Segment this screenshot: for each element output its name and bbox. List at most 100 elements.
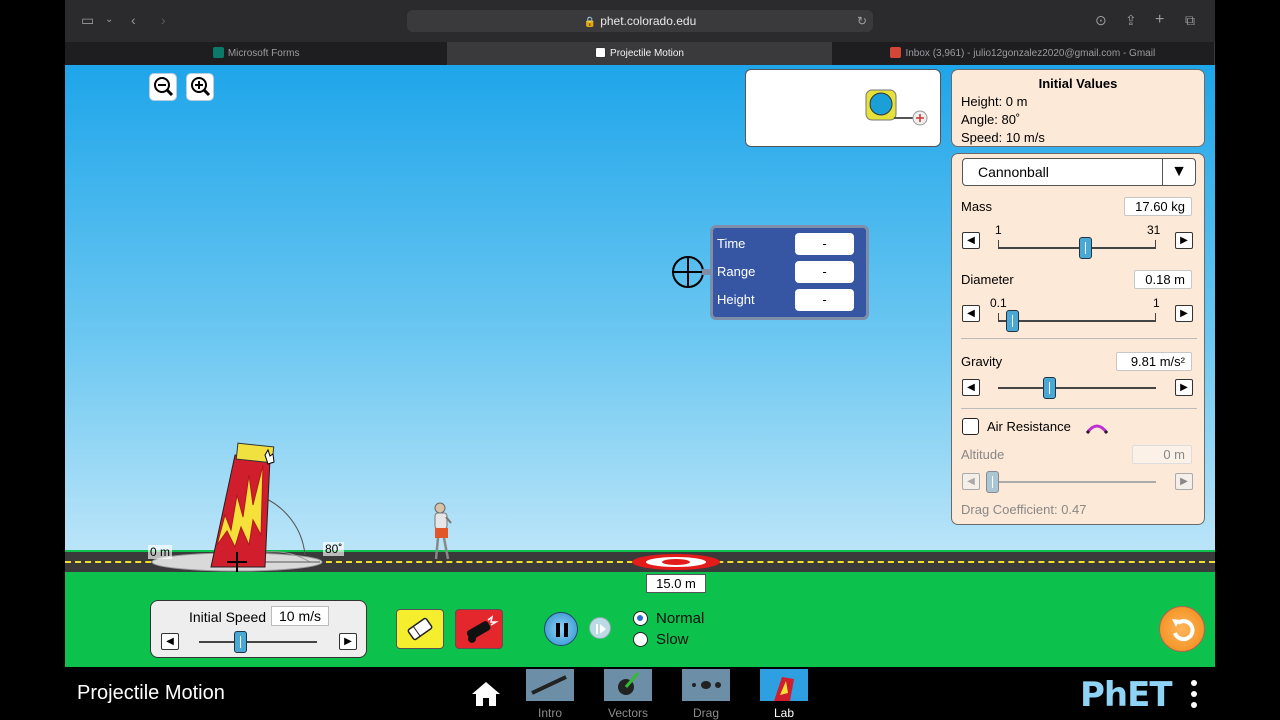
mass-max-tick bbox=[1155, 240, 1156, 249]
menu-dots-icon[interactable] bbox=[1190, 679, 1198, 709]
speed-decrease-button[interactable]: ◀ bbox=[161, 633, 179, 650]
target-distance-label[interactable]: 15.0 m bbox=[646, 574, 706, 593]
angle-label: 80˚ bbox=[323, 542, 345, 556]
initial-values-panel: Initial Values Height: 0 m Angle: 80˚ Sp… bbox=[951, 69, 1205, 147]
zoom-in-button[interactable] bbox=[187, 74, 213, 100]
fire-button[interactable] bbox=[455, 609, 503, 649]
gmail-icon bbox=[890, 47, 902, 58]
initial-speed-panel: Initial Speed 10 m/s ◀ ▶ bbox=[150, 600, 367, 658]
cannon-fire-icon bbox=[466, 615, 499, 643]
diameter-label: Diameter bbox=[961, 272, 1014, 287]
reset-all-button[interactable] bbox=[1159, 606, 1205, 652]
panel-title: Initial Values bbox=[1038, 76, 1118, 91]
crosshair-icon[interactable] bbox=[670, 254, 706, 290]
mass-decrease-button[interactable]: ◀ bbox=[962, 232, 980, 249]
diameter-max-label: 1 bbox=[1153, 296, 1160, 310]
home-icon[interactable] bbox=[470, 680, 502, 708]
diameter-decrease-button[interactable]: ◀ bbox=[962, 305, 980, 322]
gravity-decrease-button[interactable]: ◀ bbox=[962, 379, 980, 396]
sim-title: Projectile Motion bbox=[77, 682, 225, 704]
gravity-track bbox=[998, 387, 1156, 389]
download-icon[interactable]: ⊙ bbox=[1095, 12, 1107, 28]
new-tab-icon[interactable]: + bbox=[1155, 12, 1164, 28]
sidebar-icon[interactable]: ▭ bbox=[81, 12, 94, 28]
screen-intro[interactable]: Intro bbox=[526, 669, 574, 720]
gravity-slider-thumb[interactable] bbox=[1042, 377, 1056, 399]
screen-label: Lab bbox=[773, 706, 795, 720]
gravity-increase-button[interactable]: ▶ bbox=[1175, 379, 1193, 396]
drag-thumbnail-icon bbox=[682, 669, 730, 701]
diameter-max-tick bbox=[1155, 313, 1156, 322]
altitude-track bbox=[998, 481, 1156, 483]
altitude-slider-thumb bbox=[986, 471, 999, 493]
share-icon[interactable]: ⇪ bbox=[1125, 12, 1137, 28]
tab-microsoft-forms[interactable]: Microsoft Forms bbox=[65, 42, 449, 65]
normal-speed-radio[interactable] bbox=[633, 611, 648, 626]
normal-speed-label[interactable]: Normal bbox=[656, 610, 704, 627]
altitude-increase-button: ▶ bbox=[1175, 473, 1193, 490]
person-figure[interactable] bbox=[427, 501, 457, 561]
eraser-icon bbox=[407, 617, 433, 641]
projectile-properties-panel: Cannonball ▼ Mass 17.60 kg ◀ 1 31 ▶ Diam… bbox=[951, 153, 1205, 525]
tab-overview-icon[interactable]: ⧉ bbox=[1185, 12, 1195, 28]
url-text: phet.colorado.edu bbox=[600, 14, 697, 28]
diameter-min-tick bbox=[998, 313, 999, 322]
diameter-track bbox=[998, 320, 1156, 322]
initial-height: Height: 0 m bbox=[961, 94, 1028, 109]
measurement-tool[interactable]: Time - Range - Height - bbox=[710, 225, 869, 320]
reload-icon[interactable]: ↻ bbox=[857, 10, 867, 32]
speed-slider-thumb[interactable] bbox=[234, 631, 248, 653]
gravity-label: Gravity bbox=[961, 354, 1003, 369]
pause-icon bbox=[556, 623, 568, 637]
drag-coefficient-text: Drag Coefficient: 0.47 bbox=[961, 502, 1087, 517]
phet-logo[interactable]: PhET bbox=[1080, 675, 1173, 715]
toolbox bbox=[745, 69, 941, 147]
altitude-value: 0 m bbox=[1132, 445, 1192, 464]
dropdown-arrow-icon[interactable]: ▼ bbox=[1162, 159, 1195, 185]
initial-angle: Angle: 80˚ bbox=[961, 112, 1021, 127]
projectile-select-value: Cannonball bbox=[978, 164, 1049, 180]
projectile-select[interactable]: Cannonball ▼ bbox=[962, 158, 1196, 186]
chevron-down-icon[interactable]: ⌄ bbox=[105, 12, 113, 28]
step-button[interactable] bbox=[589, 617, 611, 639]
pause-button[interactable] bbox=[544, 612, 578, 646]
tab-gmail[interactable]: Inbox (3,961) - julio12gonzalez2020@gmai… bbox=[832, 42, 1215, 65]
slow-speed-radio[interactable] bbox=[633, 632, 648, 647]
eraser-button[interactable] bbox=[396, 609, 444, 649]
back-icon[interactable]: ‹ bbox=[131, 12, 136, 28]
diameter-value: 0.18 m bbox=[1134, 270, 1192, 289]
mass-label: Mass bbox=[961, 199, 993, 214]
screen-label: Vectors bbox=[607, 706, 649, 720]
mass-min-tick bbox=[998, 240, 999, 249]
tab-bar: Microsoft Forms Projectile Motion Inbox … bbox=[65, 42, 1215, 65]
diameter-min-label: 0.1 bbox=[990, 296, 1007, 310]
mass-slider-thumb[interactable] bbox=[1078, 237, 1092, 259]
altitude-label: Altitude bbox=[961, 447, 1005, 462]
zoom-out-icon bbox=[154, 77, 174, 97]
screen-vectors[interactable]: Vectors bbox=[604, 669, 652, 720]
screen-lab[interactable]: Lab bbox=[760, 669, 808, 720]
mass-increase-button[interactable]: ▶ bbox=[1175, 232, 1193, 249]
air-resistance-label[interactable]: Air Resistance bbox=[987, 419, 1071, 434]
diameter-slider-thumb[interactable] bbox=[1006, 310, 1020, 332]
target[interactable] bbox=[630, 552, 722, 572]
address-bar[interactable]: 🔒 phet.colorado.edu ↻ bbox=[407, 10, 873, 32]
phet-icon bbox=[595, 47, 607, 58]
speed-increase-button[interactable]: ▶ bbox=[339, 633, 357, 650]
divider bbox=[961, 338, 1197, 339]
reset-icon bbox=[1172, 619, 1195, 642]
simulation-area[interactable]: Initial Values Height: 0 m Angle: 80˚ Sp… bbox=[65, 65, 1215, 667]
window: ▭ ⌄ ‹ › 🔒 phet.colorado.edu ↻ ⊙ ⇪ + ⧉ Mic… bbox=[65, 0, 1215, 720]
slow-speed-label[interactable]: Slow bbox=[656, 631, 689, 648]
air-resistance-checkbox[interactable] bbox=[962, 418, 979, 435]
screen-label: Intro bbox=[537, 706, 562, 720]
screen-drag[interactable]: Drag bbox=[682, 669, 730, 720]
tab-projectile-motion[interactable]: Projectile Motion bbox=[448, 42, 832, 65]
zoom-out-button[interactable] bbox=[150, 74, 176, 100]
diameter-increase-button[interactable]: ▶ bbox=[1175, 305, 1193, 322]
mass-value: 17.60 kg bbox=[1124, 197, 1192, 216]
tab-label: Microsoft Forms bbox=[227, 48, 300, 59]
gravity-value: 9.81 m/s² bbox=[1116, 352, 1192, 371]
altitude-decrease-button: ◀ bbox=[962, 473, 980, 490]
tape-measure-icon[interactable] bbox=[864, 86, 934, 130]
